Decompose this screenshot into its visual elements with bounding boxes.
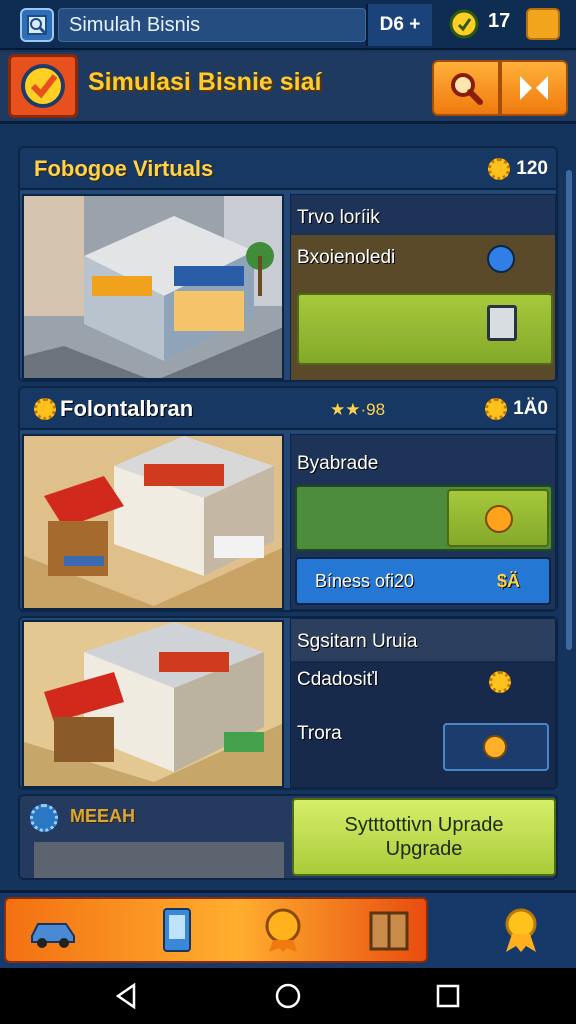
status-bar: Simulah Bisnis D6 + 17 — [0, 0, 576, 50]
card-header: Fobogoe Virtuals 120 — [20, 148, 556, 190]
card-title: MEEAH — [70, 806, 136, 826]
app-icon[interactable] — [20, 8, 54, 42]
currency-counter[interactable]: D6 + — [366, 4, 432, 46]
gear-icon — [30, 804, 58, 832]
card-info-panel: Byabrade Bíness ofi20 $Ä — [290, 434, 556, 610]
page-title: Simulasi Bisnie siaí — [88, 68, 322, 96]
card-info-panel: Sgsitarn Uruia Cdadosiťl Trora — [290, 618, 556, 788]
briefcase-icon[interactable] — [526, 8, 560, 40]
card-title: Folontalbran — [60, 396, 194, 421]
scrollbar[interactable] — [566, 170, 572, 650]
gear-icon — [488, 158, 511, 180]
business-card-4[interactable]: MEEAH Sytttottivn Uprade Upgrade — [18, 794, 558, 880]
play-button[interactable] — [500, 60, 568, 116]
business-card-1[interactable]: Fobogoe Virtuals 120 Trvo loríik Bxoieno… — [18, 146, 558, 382]
card-info-panel: Trvo loríik Bxoienoledi — [290, 194, 556, 380]
info-label: Bxoienoledi — [297, 247, 396, 268]
system-nav-bar — [0, 968, 576, 1024]
gear-icon — [34, 398, 56, 420]
info-label: Trora — [297, 723, 342, 744]
gear-icon — [485, 398, 508, 420]
upgrade-button[interactable]: Sytttottivn Uprade Upgrade — [292, 798, 556, 876]
ribbon-icon[interactable] — [494, 905, 548, 955]
card-stat: 1Ä0 — [485, 398, 548, 420]
bottom-nav — [0, 890, 576, 968]
page-header: Simulasi Bisnie siaí — [0, 52, 576, 124]
coin-count: 17 — [488, 10, 511, 32]
pin-icon[interactable] — [487, 245, 515, 273]
play-icon — [520, 76, 548, 100]
badge-icon — [8, 54, 78, 118]
app-title: Simulah Bisnis — [58, 8, 366, 42]
business-card-3[interactable]: Sgsitarn Uruia Cdadosiťl Trora — [18, 616, 558, 790]
phone-icon[interactable] — [150, 905, 204, 955]
info-label: Cdadosiťl — [297, 669, 379, 690]
crate-icon[interactable] — [362, 905, 416, 955]
info-label: Trvo loríik — [297, 207, 380, 228]
home-icon[interactable] — [274, 982, 302, 1010]
search-button[interactable] — [432, 60, 500, 116]
store-illustration — [22, 620, 284, 788]
card-header: Folontalbran ★★·98 1Ä0 — [20, 388, 556, 430]
search-icon — [451, 73, 483, 105]
card-title: Fobogoe Virtuals — [34, 156, 214, 181]
coin-icon — [448, 8, 480, 40]
business-button[interactable]: Bíness ofi20 $Ä — [295, 557, 551, 605]
card-stat: 120 — [488, 158, 548, 180]
store-illustration — [22, 434, 284, 610]
medal-icon[interactable] — [256, 905, 310, 955]
rating: ★★·98 — [330, 400, 386, 419]
store-illustration — [34, 842, 284, 878]
back-icon[interactable] — [112, 982, 140, 1010]
info-label: Byabrade — [297, 453, 379, 474]
business-card-2[interactable]: Folontalbran ★★·98 1Ä0 Byabrade Bíness o… — [18, 386, 558, 612]
gear-icon — [489, 671, 511, 693]
upgrade-tile[interactable] — [447, 489, 549, 547]
car-icon[interactable] — [26, 905, 80, 955]
action-panel[interactable] — [297, 293, 553, 365]
coin-icon — [485, 505, 513, 533]
info-label: Sgsitarn Uruia — [297, 631, 418, 652]
coin-button[interactable] — [443, 723, 549, 771]
recents-icon[interactable] — [434, 982, 462, 1010]
store-illustration — [22, 194, 284, 380]
device-icon — [487, 305, 517, 341]
coin-icon — [483, 735, 507, 759]
progress-bar — [295, 485, 553, 551]
